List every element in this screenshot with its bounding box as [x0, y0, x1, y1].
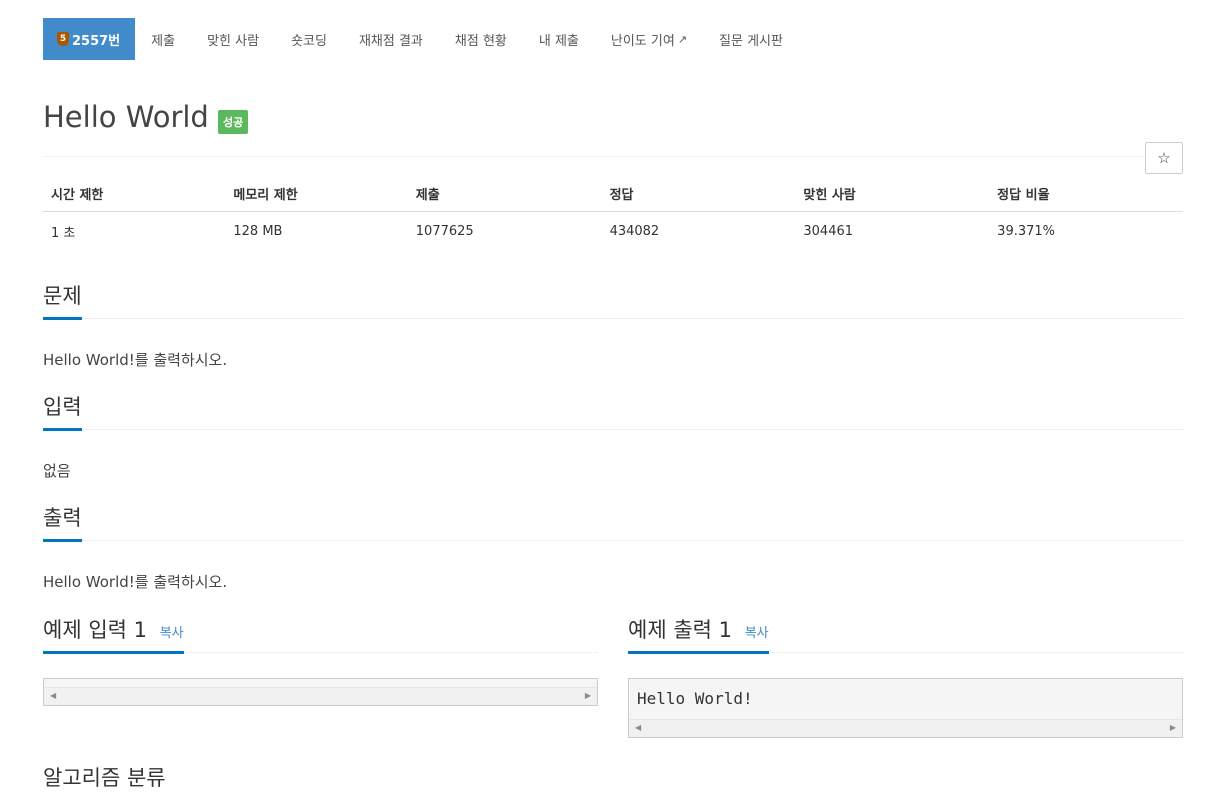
scroll-left-icon[interactable]: ◀ — [50, 691, 56, 700]
output-text: Hello World!를 출력하시오. — [43, 573, 228, 591]
external-link-icon: ↗ — [677, 32, 688, 46]
sample-input: 예제 입력 1 복사 ◀ ▶ — [43, 610, 598, 738]
value-time-limit: 1 초 — [51, 226, 76, 241]
tab-question-board[interactable]: 질문 게시판 — [703, 18, 799, 60]
page-title: Hello World — [43, 100, 209, 134]
header-accepted: 정답 — [601, 176, 796, 212]
header-solved-users: 맞힌 사람 — [795, 176, 990, 212]
tab-judge-status[interactable]: 채점 현황 — [439, 18, 523, 60]
sample-input-text — [44, 679, 597, 687]
value-solved-users: 304461 — [803, 224, 854, 239]
sample-output-title: 예제 출력 1 복사 — [628, 614, 769, 654]
output-header: 출력 — [43, 499, 1183, 542]
tab-problem-label: 2557번 — [72, 33, 121, 49]
value-memory-limit: 128 MB — [233, 224, 283, 239]
value-accept-ratio: 39.371% — [997, 224, 1056, 239]
value-accepted: 434082 — [609, 224, 660, 239]
problem-nav: 5 2557번 제출 맞힌 사람 숏코딩 재채점 결과 채점 현황 내 제출 난… — [43, 18, 1183, 60]
sample-output: 예제 출력 1 복사 Hello World! ◀ ▶ — [628, 610, 1183, 738]
tab-problem[interactable]: 5 2557번 — [43, 18, 136, 60]
header-memory-limit: 메모리 제한 — [225, 176, 408, 212]
input-header: 입력 — [43, 388, 1183, 431]
table-header-row: 시간 제한 메모리 제한 제출 정답 맞힌 사람 정답 비율 — [43, 176, 1183, 212]
header-submissions: 제출 — [407, 176, 602, 212]
table-row: 1 초 128 MB 1077625 434082 304461 39.371% — [43, 212, 1183, 250]
output-title: 출력 — [43, 502, 82, 542]
input-text: 없음 — [43, 462, 71, 480]
header-accept-ratio: 정답 비율 — [989, 176, 1183, 212]
sample-input-title-text: 예제 입력 1 — [43, 618, 147, 642]
sample-output-text: Hello World! — [637, 689, 753, 708]
description-header: 문제 — [43, 277, 1183, 320]
sample-area: 예제 입력 1 복사 ◀ ▶ 예제 출력 1 복사 Hello World! ◀… — [43, 610, 1183, 738]
horizontal-scrollbar[interactable]: ◀ ▶ — [629, 719, 1182, 737]
problem-info-table: 시간 제한 메모리 제한 제출 정답 맞힌 사람 정답 비율 1 초 128 M… — [43, 176, 1183, 249]
algorithm-category-title: 알고리즘 분류 — [43, 766, 166, 790]
sample-input-box[interactable]: ◀ ▶ — [43, 678, 598, 706]
sample-input-header: 예제 입력 1 복사 — [43, 610, 598, 654]
title-row: Hello World 성공 ☆ — [43, 60, 1183, 174]
sample-input-title: 예제 입력 1 복사 — [43, 614, 184, 654]
scroll-left-icon[interactable]: ◀ — [635, 723, 641, 732]
tab-rejudge-results[interactable]: 재채점 결과 — [343, 18, 439, 60]
header-time-limit: 시간 제한 — [43, 176, 226, 212]
tab-submit[interactable]: 제출 — [135, 18, 191, 60]
tab-difficulty-contribution[interactable]: 난이도 기여 ↗ — [595, 18, 703, 60]
description-title: 문제 — [43, 280, 82, 320]
value-submissions: 1077625 — [415, 224, 474, 239]
sample-output-header: 예제 출력 1 복사 — [628, 610, 1183, 654]
scroll-right-icon[interactable]: ▶ — [1170, 723, 1176, 732]
page: 5 2557번 제출 맞힌 사람 숏코딩 재채점 결과 채점 현황 내 제출 난… — [43, 18, 1183, 738]
tab-short-coding[interactable]: 숏코딩 — [275, 18, 343, 60]
copy-sample-input-link[interactable]: 복사 — [160, 626, 184, 641]
sample-output-box[interactable]: Hello World! ◀ ▶ — [628, 678, 1183, 738]
status-badge: 성공 — [218, 110, 249, 134]
horizontal-scrollbar[interactable]: ◀ ▶ — [44, 687, 597, 705]
input-title: 입력 — [43, 391, 82, 431]
tab-my-submissions[interactable]: 내 제출 — [523, 18, 595, 60]
star-icon: ☆ — [1157, 149, 1171, 167]
tab-solved-users[interactable]: 맞힌 사람 — [191, 18, 275, 60]
tab-difficulty-label: 난이도 기여 — [610, 33, 675, 49]
scroll-right-icon[interactable]: ▶ — [585, 691, 591, 700]
copy-sample-output-link[interactable]: 복사 — [745, 626, 769, 641]
favorite-button[interactable]: ☆ — [1145, 142, 1183, 174]
sample-output-title-text: 예제 출력 1 — [628, 618, 732, 642]
description-text: Hello World!를 출력하시오. — [43, 351, 228, 369]
tier-badge-icon: 5 — [57, 32, 69, 46]
